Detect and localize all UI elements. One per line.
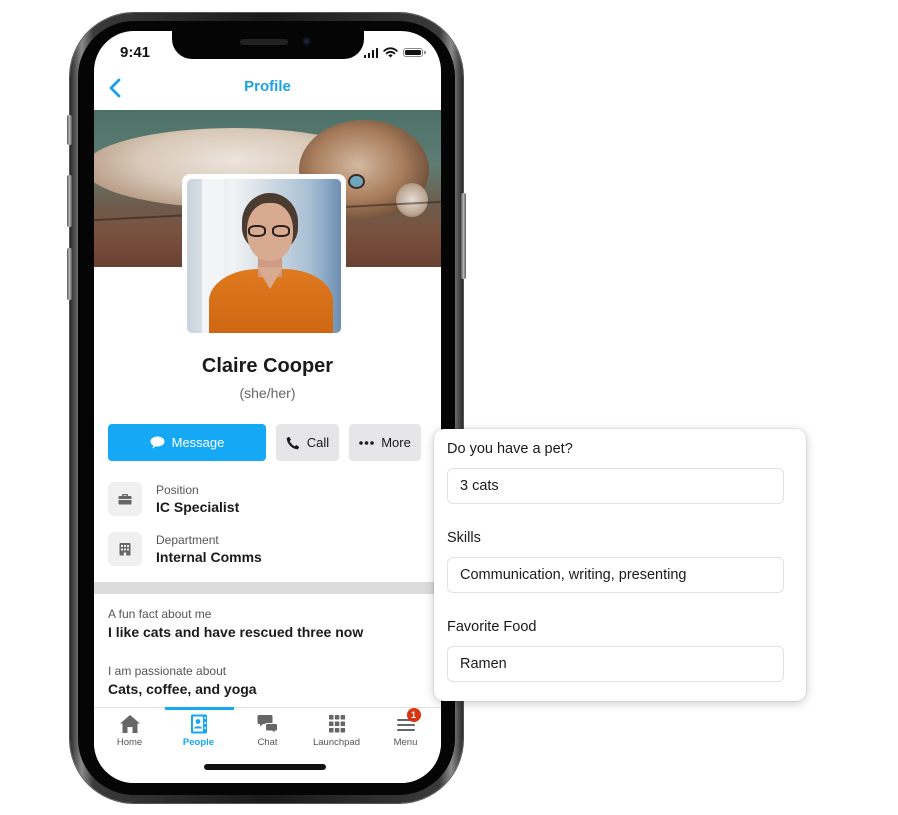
menu-icon-wrapper: 1: [395, 708, 421, 734]
info-value: Internal Comms: [156, 549, 262, 565]
tab-launchpad[interactable]: Launchpad: [302, 714, 371, 754]
chat-bubble-icon: [150, 436, 165, 449]
status-icons: [363, 47, 426, 58]
profile-name: Claire Cooper: [201, 355, 334, 377]
tab-label: Launchpad: [312, 737, 361, 748]
front-camera: [302, 37, 311, 46]
about-value-passion: Cats, coffee, and yoga: [108, 681, 257, 697]
briefcase-icon: [108, 482, 142, 516]
phone-icon: [286, 436, 299, 449]
signal-icon: [363, 47, 378, 58]
tab-label: Chat: [257, 737, 278, 748]
skills-field[interactable]: Communication, writing, presenting: [447, 557, 784, 593]
info-row-department: Department Internal Comms: [108, 532, 428, 568]
message-button[interactable]: Message: [108, 424, 266, 461]
home-indicator[interactable]: [204, 764, 326, 770]
phone-volume-down-button: [67, 248, 72, 300]
speaker-grille: [240, 39, 288, 45]
call-button-label: Call: [306, 435, 330, 450]
profile-fields-card: Do you have a pet? 3 cats Skills Communi…: [434, 429, 806, 701]
tab-chat[interactable]: Chat: [233, 714, 302, 754]
pet-field[interactable]: 3 cats: [447, 468, 784, 504]
home-icon: [119, 715, 140, 733]
notch: [172, 31, 364, 59]
wifi-icon: [383, 47, 398, 58]
about-label-passion: I am passionate about: [108, 664, 227, 678]
more-button[interactable]: More: [349, 424, 421, 461]
more-button-label: More: [381, 435, 411, 450]
tab-label: People: [182, 737, 215, 748]
ellipsis-icon: [359, 440, 374, 445]
profile-pronouns: (she/her): [239, 385, 296, 401]
info-label: Department: [156, 533, 219, 547]
favorite-food-field-label: Favorite Food: [447, 619, 537, 635]
active-tab-indicator: [165, 707, 234, 710]
about-value-fun-fact: I like cats and have rescued three now: [108, 624, 364, 640]
contacts-book-icon: [190, 714, 207, 734]
phone-power-button: [461, 193, 466, 279]
section-divider: [94, 582, 441, 594]
tab-people[interactable]: People: [164, 714, 233, 754]
phone-silent-switch: [67, 115, 72, 145]
page-title: Profile: [244, 78, 291, 95]
call-button[interactable]: Call: [276, 424, 339, 461]
favorite-food-field[interactable]: Ramen: [447, 646, 784, 682]
chat-bubbles-icon: [257, 715, 278, 734]
battery-icon: [403, 48, 426, 57]
tab-bar: Home People Chat Launchpad 1 Menu: [94, 707, 441, 783]
notification-badge: 1: [406, 708, 421, 722]
skills-field-label: Skills: [447, 530, 481, 546]
tab-home[interactable]: Home: [95, 714, 164, 754]
avatar[interactable]: [182, 174, 346, 337]
message-button-label: Message: [171, 435, 225, 450]
status-time: 9:41: [120, 44, 151, 61]
tab-menu[interactable]: 1 Menu: [371, 708, 440, 754]
info-label: Position: [156, 483, 199, 497]
phone-volume-up-button: [67, 175, 72, 227]
phone-screen: 9:41 Profile Claire Cooper (she/her) Mes…: [94, 31, 441, 783]
pet-field-label: Do you have a pet?: [447, 441, 573, 457]
about-label-fun-fact: A fun fact about me: [108, 607, 212, 621]
profile-photo: [187, 179, 341, 333]
info-value: IC Specialist: [156, 499, 240, 515]
grid-icon: [328, 715, 345, 733]
tab-label: Home: [116, 737, 143, 748]
tab-label: Menu: [393, 737, 418, 748]
building-icon: [108, 532, 142, 566]
info-row-position: Position IC Specialist: [108, 482, 428, 518]
